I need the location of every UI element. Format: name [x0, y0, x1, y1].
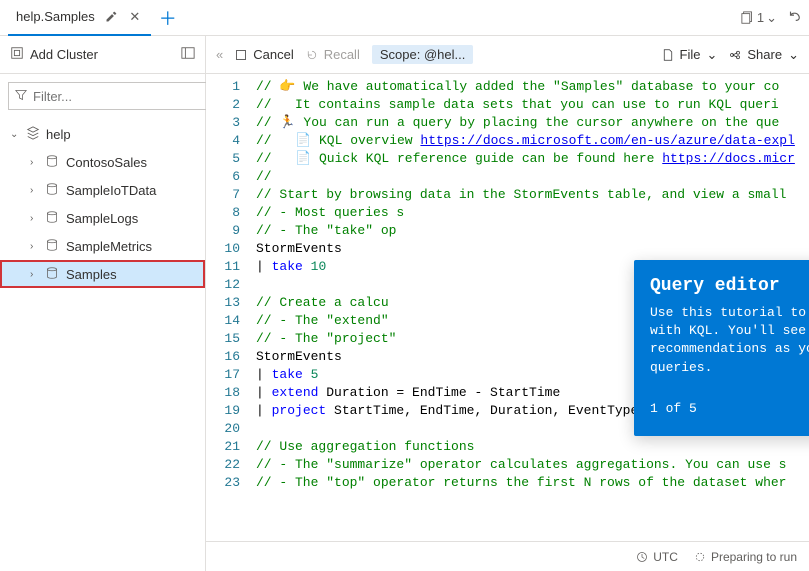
filter-input[interactable]	[33, 89, 209, 104]
tree-item-label: ContosoSales	[66, 155, 147, 170]
tab-active[interactable]: help.Samples ✕	[8, 0, 151, 36]
chevron-right-icon: ›	[30, 241, 40, 252]
database-icon	[46, 239, 60, 254]
file-menu[interactable]: File ⌄	[662, 47, 718, 63]
popup-step-counter: 1 of 5	[650, 401, 806, 416]
filter-icon	[15, 89, 27, 104]
collapse-panel-icon[interactable]	[181, 46, 195, 63]
tab-bar: help.Samples ✕ ＋ 1 ⌄	[0, 0, 809, 36]
tree-db-item[interactable]: › SampleLogs	[0, 204, 205, 232]
undo-icon[interactable]	[787, 9, 801, 26]
tree-item-label: Samples	[66, 267, 117, 282]
cluster-panel: Add Cluster ⌄	[0, 36, 206, 571]
tree-item-label: SampleMetrics	[66, 239, 152, 254]
query-toolbar: « Cancel Recall Scope: @hel... File	[206, 36, 809, 74]
chevron-down-icon: ⌄	[706, 47, 717, 63]
copy-tabs-button[interactable]: 1 ⌄	[741, 10, 777, 26]
tree-cluster-root[interactable]: ⌄ help	[0, 120, 205, 148]
timezone-indicator[interactable]: UTC	[636, 550, 678, 564]
cluster-icon	[10, 46, 24, 63]
history-back-button[interactable]: «	[216, 47, 223, 62]
copy-count: 1	[757, 10, 764, 25]
scope-selector[interactable]: Scope: @hel...	[372, 45, 474, 64]
tab-title: help.Samples	[16, 9, 95, 24]
chevron-down-icon: ⌄	[788, 47, 799, 63]
share-menu[interactable]: Share ⌄	[729, 47, 799, 63]
line-gutter: 1234567891011121314151617181920212223	[206, 74, 248, 541]
popup-title: Query editor	[650, 276, 809, 296]
chevron-right-icon: ›	[30, 269, 40, 280]
add-cluster-button[interactable]: Add Cluster	[30, 47, 98, 62]
database-icon	[46, 183, 60, 198]
chevron-right-icon: ›	[30, 157, 40, 168]
tree-item-label: SampleLogs	[66, 211, 138, 226]
query-editor[interactable]: 1234567891011121314151617181920212223 //…	[206, 74, 809, 541]
layers-icon	[26, 126, 40, 143]
recall-button[interactable]: Recall	[306, 47, 360, 62]
chevron-right-icon: ›	[30, 213, 40, 224]
tree-db-item[interactable]: › SampleIoTData	[0, 176, 205, 204]
cluster-tree: ⌄ help › ContosoSales › SampleIoTData	[0, 114, 205, 294]
database-icon	[46, 155, 60, 170]
close-icon[interactable]: ✕	[127, 9, 143, 25]
run-status: Preparing to run	[694, 550, 797, 564]
popup-body: Use this tutorial to familiarize yoursel…	[650, 304, 809, 377]
filter-input-wrap[interactable]	[8, 82, 216, 110]
tree-root-label: help	[46, 127, 71, 142]
chevron-right-icon: ›	[30, 185, 40, 196]
cancel-button[interactable]: Cancel	[235, 47, 293, 62]
tree-db-item[interactable]: › ContosoSales	[0, 148, 205, 176]
tree-item-label: SampleIoTData	[66, 183, 156, 198]
chevron-down-icon: ⌄	[10, 129, 20, 140]
chevron-down-icon: ⌄	[766, 10, 777, 26]
database-icon	[46, 211, 60, 226]
tree-db-item[interactable]: › SampleMetrics	[0, 232, 205, 260]
status-bar: UTC Preparing to run	[206, 541, 809, 571]
tutorial-popup: ✕ Query editor Use this tutorial to fami…	[634, 260, 809, 436]
pencil-icon[interactable]	[103, 9, 119, 25]
database-icon	[46, 267, 60, 282]
new-tab-button[interactable]: ＋	[159, 5, 177, 31]
tree-db-item-selected[interactable]: › Samples	[0, 260, 205, 288]
